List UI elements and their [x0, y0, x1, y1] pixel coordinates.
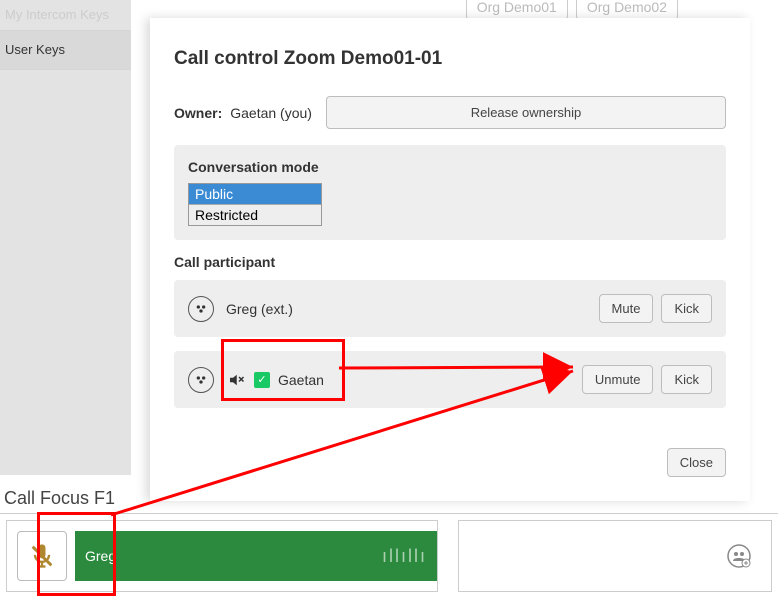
conversation-mode-select[interactable]: Public Restricted [188, 183, 322, 226]
conversation-mode-card: Conversation mode Public Restricted [174, 145, 726, 240]
org-tab-1[interactable]: Org Demo01 [466, 0, 568, 20]
kick-button[interactable]: Kick [661, 365, 712, 394]
check-icon: ✓ [254, 372, 270, 388]
conversation-mode-option-restricted[interactable]: Restricted [189, 205, 321, 225]
call-participant-label: Call participant [174, 254, 726, 270]
participant-name: Greg (ext.) [226, 301, 599, 317]
sidebar-item-intercom[interactable]: My Intercom Keys [0, 0, 131, 31]
participant-icon [188, 367, 214, 393]
speaker-muted-icon [226, 370, 246, 390]
group-settings-icon[interactable] [727, 544, 751, 568]
close-button[interactable]: Close [667, 448, 726, 477]
release-ownership-button[interactable]: Release ownership [326, 96, 726, 129]
call-card[interactable]: Greg ıllıllı [6, 520, 438, 592]
active-call-name: Greg [85, 548, 116, 564]
unmute-button[interactable]: Unmute [582, 365, 654, 394]
conversation-mode-option-public[interactable]: Public [189, 184, 321, 205]
call-control-modal: Call control Zoom Demo01-01 Owner: Gaeta… [150, 18, 750, 501]
sidebar: My Intercom Keys User Keys [0, 0, 131, 475]
group-card [458, 520, 772, 592]
owner-value: Gaetan (you) [230, 105, 312, 121]
participant-icon [188, 296, 214, 322]
mic-muted-icon [28, 542, 56, 570]
participant-row-gaetan: ✓ Gaetan Unmute Kick [174, 351, 726, 408]
participant-name: Gaetan [278, 372, 582, 388]
modal-title: Call control Zoom Demo01-01 [174, 48, 726, 70]
conversation-mode-label: Conversation mode [188, 159, 712, 175]
owner-label: Owner: [174, 105, 222, 121]
mic-toggle[interactable] [17, 531, 67, 581]
participant-row-greg: Greg (ext.) Mute Kick [174, 280, 726, 337]
org-tab-2[interactable]: Org Demo02 [576, 0, 678, 20]
audio-wave-icon: ıllıllı [382, 546, 427, 567]
footer: Call Focus F1 Greg ıllıllı [0, 488, 778, 611]
mute-button[interactable]: Mute [599, 294, 654, 323]
sidebar-item-userkeys[interactable]: User Keys [0, 31, 131, 70]
active-call-panel[interactable]: Greg ıllıllı [75, 531, 437, 581]
kick-button[interactable]: Kick [661, 294, 712, 323]
org-tabs: Org Demo01 Org Demo02 [466, 0, 678, 20]
